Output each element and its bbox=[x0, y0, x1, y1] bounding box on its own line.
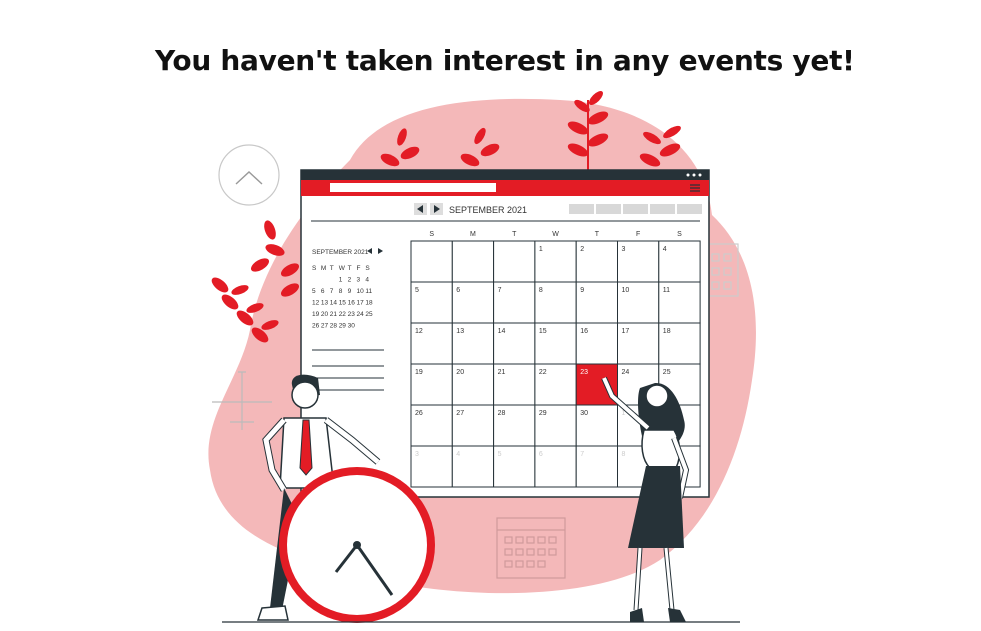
calendar-day-number: 4 bbox=[456, 451, 460, 458]
mini-day-number[interactable]: 29 bbox=[339, 323, 347, 330]
weekday-label: T bbox=[595, 231, 600, 238]
calendar-day-number: 13 bbox=[456, 328, 464, 335]
mini-day-number[interactable]: 2 bbox=[348, 277, 352, 284]
weekday-label: S bbox=[677, 231, 682, 238]
weekday-label: M bbox=[470, 231, 476, 238]
mini-day-number[interactable]: 4 bbox=[365, 277, 369, 284]
mini-weekday-label: T bbox=[330, 265, 334, 272]
calendar-day-number: 4 bbox=[663, 246, 667, 253]
calendar-day-number: 30 bbox=[580, 410, 588, 417]
scroll-up-button[interactable] bbox=[218, 144, 280, 206]
calendar-day-number: 28 bbox=[498, 410, 506, 417]
calendar-day-number: 21 bbox=[498, 369, 506, 376]
mini-day-number[interactable]: 14 bbox=[330, 300, 338, 307]
calendar-day-number: 25 bbox=[663, 369, 671, 376]
calendar-day-number: 26 bbox=[415, 410, 423, 417]
mini-day-number[interactable]: 13 bbox=[321, 300, 329, 307]
mini-day-number[interactable]: 21 bbox=[330, 311, 338, 318]
calendar-day-number: 29 bbox=[539, 410, 547, 417]
calendar-day-number: 3 bbox=[622, 246, 626, 253]
calendar-day-number: 5 bbox=[415, 287, 419, 294]
mini-day-number[interactable]: 6 bbox=[321, 288, 325, 295]
calendar-day-number: 7 bbox=[580, 451, 584, 458]
calendar-day-number: 9 bbox=[580, 287, 584, 294]
mini-day-number[interactable]: 1 bbox=[339, 277, 343, 284]
calendar-day-number: 5 bbox=[498, 451, 502, 458]
mini-day-number[interactable]: 28 bbox=[330, 323, 338, 330]
mini-day-number[interactable]: 3 bbox=[357, 277, 361, 284]
calendar-search-bar[interactable] bbox=[330, 183, 496, 192]
mini-day-number[interactable]: 20 bbox=[321, 311, 329, 318]
mini-day-number[interactable]: 23 bbox=[348, 311, 356, 318]
weekday-label: W bbox=[552, 231, 559, 238]
calendar-day-number: 17 bbox=[622, 328, 630, 335]
calendar-day-number: 1 bbox=[539, 246, 543, 253]
mini-day-number[interactable]: 27 bbox=[321, 323, 329, 330]
calendar-day-number: 20 bbox=[456, 369, 464, 376]
mini-day-number[interactable]: 30 bbox=[348, 323, 356, 330]
calendar-day-cell[interactable] bbox=[410, 240, 453, 283]
mini-weekday-label: S bbox=[312, 265, 317, 272]
mini-day-number[interactable]: 7 bbox=[330, 288, 334, 295]
calendar-day-number: 8 bbox=[539, 287, 543, 294]
mini-day-number[interactable]: 24 bbox=[357, 311, 365, 318]
calendar-day-number: 6 bbox=[539, 451, 543, 458]
calendar-day-number: 14 bbox=[498, 328, 506, 335]
calendar-day-number: 7 bbox=[498, 287, 502, 294]
weekday-label: T bbox=[512, 231, 517, 238]
calendar-illustration: SEPTEMBER 2021 SMTWTFS 1 2 3 45 6 7 8 9 10 1112 13… bbox=[208, 91, 756, 623]
mini-day-number[interactable]: 18 bbox=[365, 300, 373, 307]
calendar-day-number: 23 bbox=[580, 369, 588, 376]
calendar-day-number: 6 bbox=[456, 287, 460, 294]
mini-day-number[interactable]: 22 bbox=[339, 311, 347, 318]
mini-weekday-label: M bbox=[321, 265, 326, 272]
mini-day-number[interactable]: 8 bbox=[339, 288, 343, 295]
calendar-day-number: 24 bbox=[622, 369, 630, 376]
weekday-label: S bbox=[429, 231, 434, 238]
mini-weekday-label: F bbox=[357, 265, 361, 272]
mini-weekday-label: S bbox=[365, 265, 370, 272]
weekday-label: F bbox=[636, 231, 640, 238]
clock-icon bbox=[279, 467, 435, 623]
mini-day-number[interactable]: 11 bbox=[365, 288, 372, 295]
calendar-day-number: 18 bbox=[663, 328, 671, 335]
calendar-day-cell[interactable] bbox=[493, 240, 536, 283]
calendar-day-number: 10 bbox=[622, 287, 630, 294]
calendar-day-number: 19 bbox=[415, 369, 423, 376]
calendar-day-number: 11 bbox=[663, 287, 670, 294]
calendar-day-number: 22 bbox=[539, 369, 547, 376]
calendar-day-number: 27 bbox=[456, 410, 464, 417]
calendar-month-label: SEPTEMBER 2021 bbox=[449, 205, 527, 215]
mini-day-number[interactable]: 9 bbox=[348, 288, 352, 295]
mini-day-number[interactable]: 26 bbox=[312, 323, 320, 330]
prev-month-button[interactable] bbox=[414, 203, 427, 215]
next-month-button[interactable] bbox=[430, 203, 443, 215]
mini-day-number[interactable]: 16 bbox=[348, 300, 356, 307]
calendar-day-number: 8 bbox=[622, 451, 626, 458]
calendar-day-number: 16 bbox=[580, 328, 588, 335]
mini-weekday-label: W bbox=[339, 265, 346, 272]
mini-day-number[interactable]: 19 bbox=[312, 311, 320, 318]
mini-day-number[interactable]: 17 bbox=[357, 300, 365, 307]
calendar-day-number: 15 bbox=[539, 328, 547, 335]
mini-calendar-month-label: SEPTEMBER 2021 bbox=[312, 249, 369, 256]
mini-day-number[interactable]: 15 bbox=[339, 300, 347, 307]
mini-weekday-label: T bbox=[348, 265, 352, 272]
mini-day-number[interactable]: 5 bbox=[312, 288, 316, 295]
calendar-day-number: 3 bbox=[415, 451, 419, 458]
calendar-day-number: 2 bbox=[580, 246, 584, 253]
calendar-day-cell[interactable] bbox=[451, 240, 495, 283]
calendar-day-number: 12 bbox=[415, 328, 423, 335]
mini-day-number[interactable]: 12 bbox=[312, 300, 320, 307]
mini-day-number[interactable]: 10 bbox=[357, 288, 365, 295]
view-tabs bbox=[569, 204, 702, 214]
mini-day-number[interactable]: 25 bbox=[365, 311, 373, 318]
